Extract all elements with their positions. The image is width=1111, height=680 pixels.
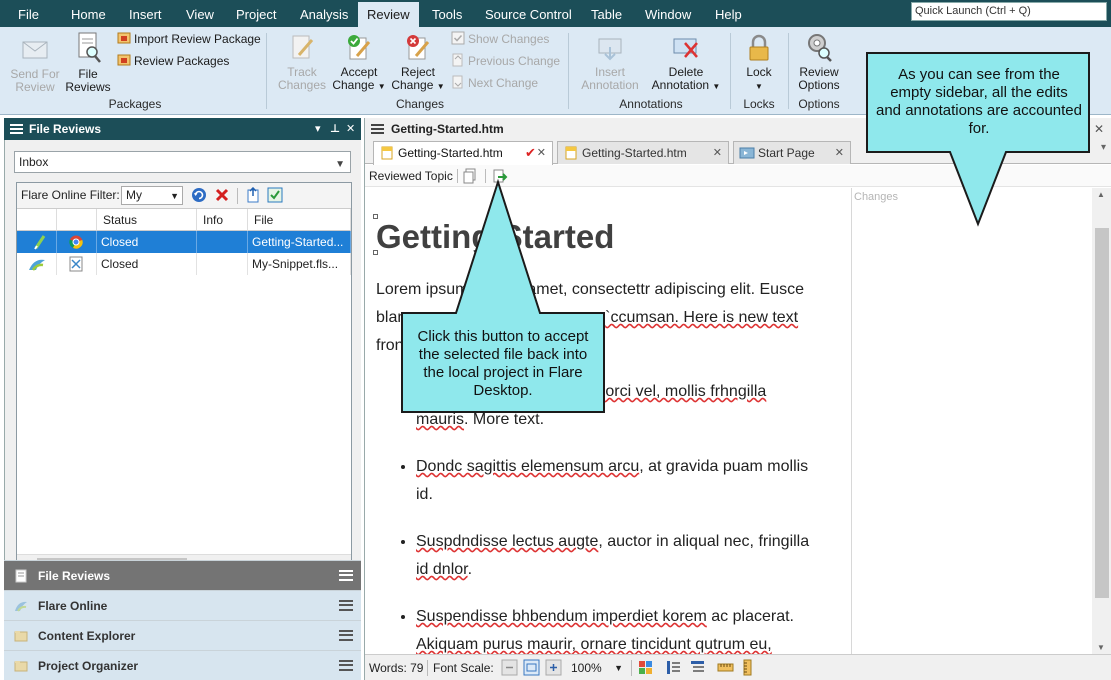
sidebar-callout-text: As you can see from the empty sidebar, a… [876, 66, 1082, 137]
button-callout-text: Click this button to accept the selected… [417, 328, 589, 399]
